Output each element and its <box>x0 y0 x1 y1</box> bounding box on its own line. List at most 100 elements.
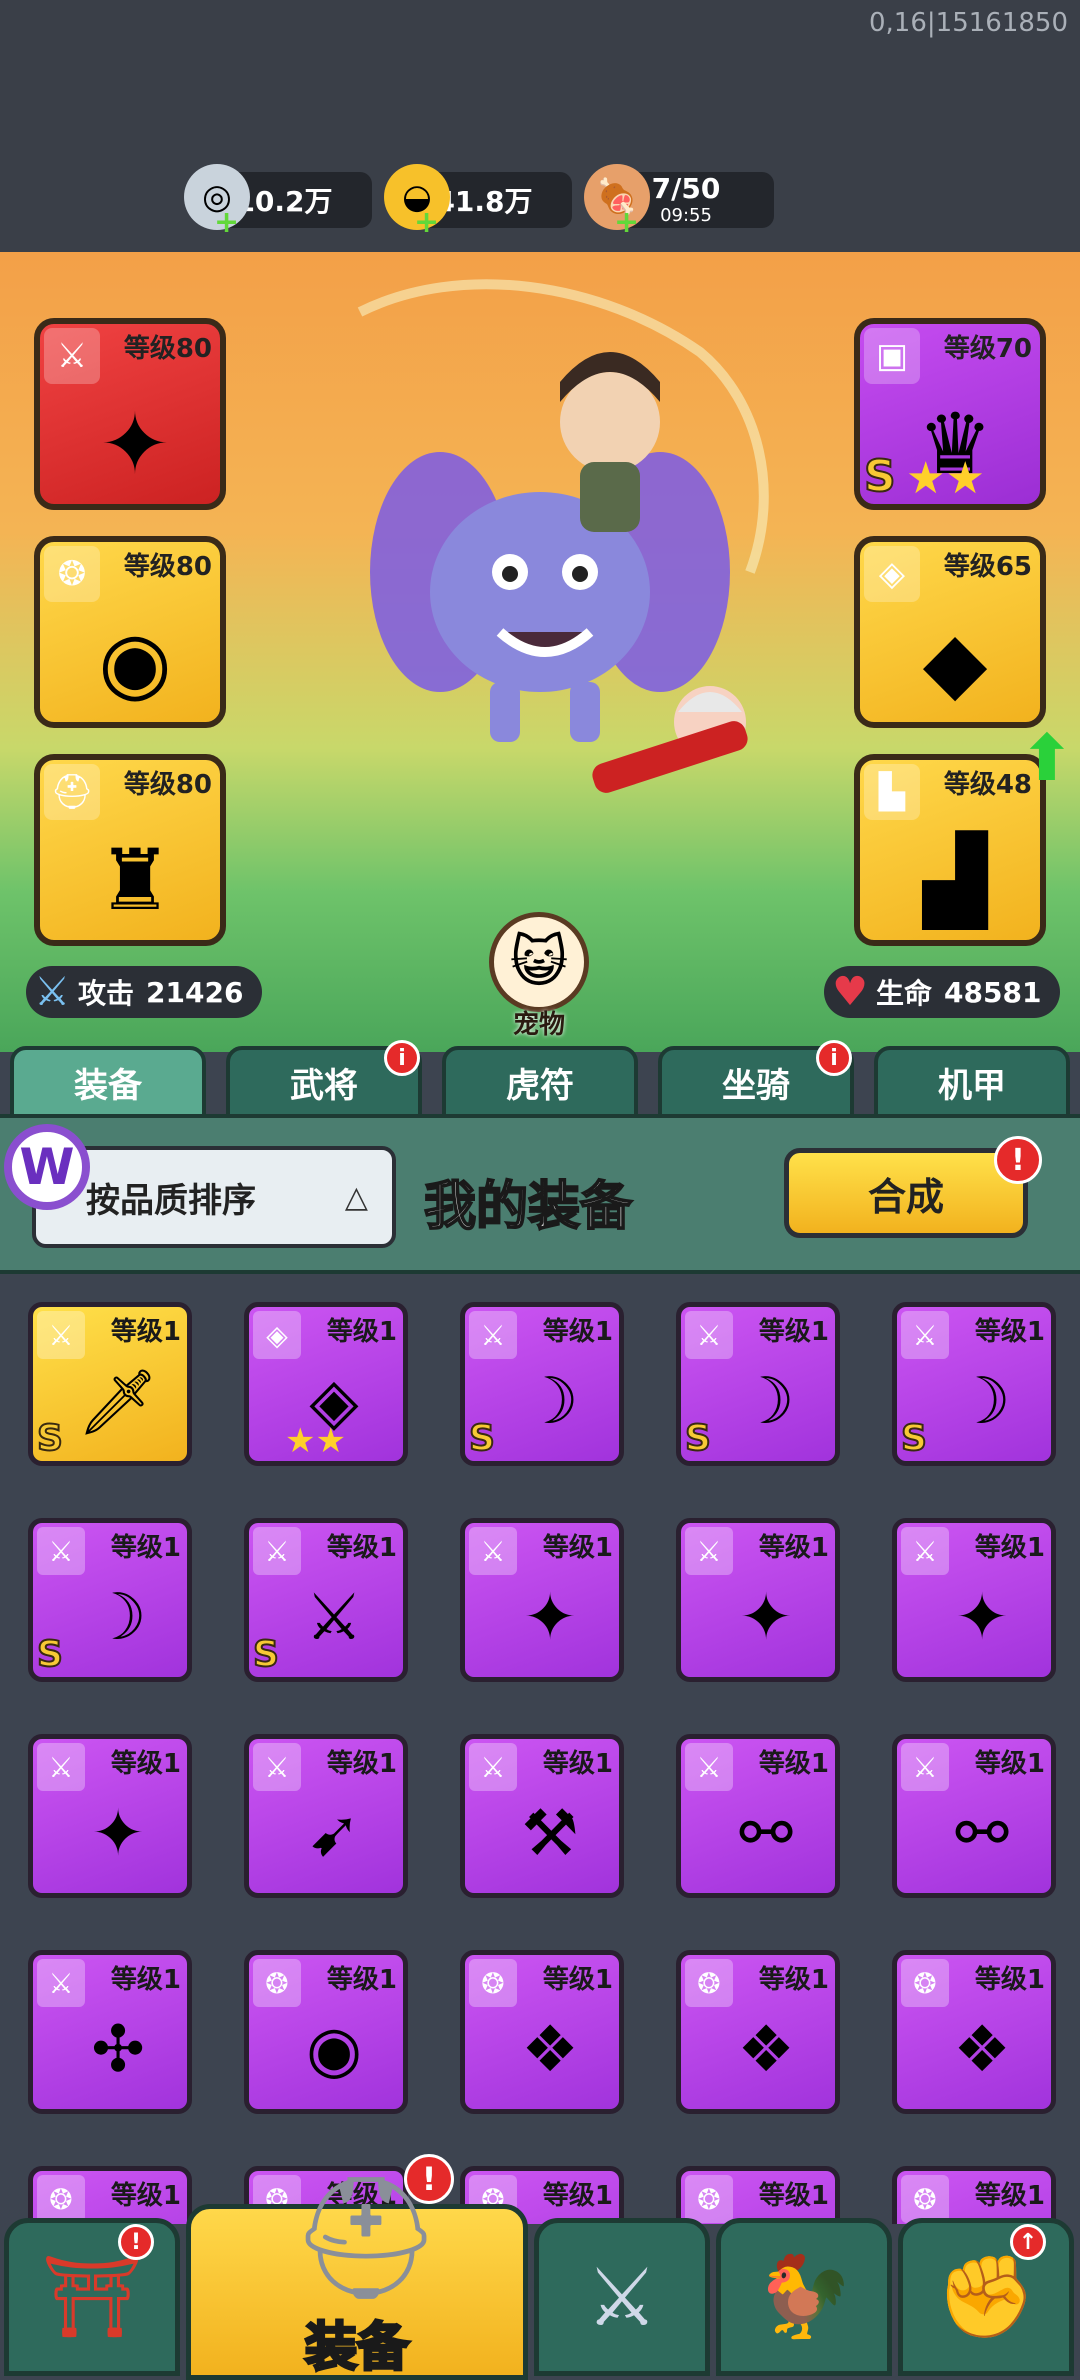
equipment-item-card[interactable]: ⚔ 等级1 ➹ <box>244 1734 408 1898</box>
equip-slot-weapon[interactable]: ⚔ 等级80 ✦ <box>34 318 226 510</box>
item-level: 等级1 <box>110 1317 181 1347</box>
equipment-item-card[interactable]: ⚔ 等级1 🗡 S <box>28 1302 192 1466</box>
merge-button[interactable]: 合成 <box>784 1148 1028 1238</box>
equip-slot-bracer[interactable]: ◈ 等级65 ◆ <box>854 536 1046 728</box>
shuriken-icon: ✦ <box>99 395 171 493</box>
item-level: 等级1 <box>974 1317 1045 1347</box>
tab-mecha[interactable]: 机甲 <box>874 1046 1070 1118</box>
equipment-item-card[interactable]: ⚔ 等级1 ⚔ S <box>244 1518 408 1682</box>
gold-add-icon[interactable]: + <box>414 208 439 238</box>
triangle-up-icon: △ <box>344 1180 368 1215</box>
equip-slot-helmet[interactable]: ⛑ 等级80 ♜ <box>34 754 226 946</box>
attack-value: 21426 <box>146 975 244 1009</box>
item-level: 等级1 <box>758 1965 829 1995</box>
scimitar-icon: ☽ <box>521 1365 579 1439</box>
equipment-item-card[interactable]: ⚔ 等级1 ✣ <box>28 1950 192 2114</box>
nav-upgrade-button[interactable]: ✊ <box>898 2218 1074 2376</box>
weapon-type-icon: ⚔ <box>253 1527 301 1575</box>
equip-slot-boots[interactable]: ▙ 等级48 ▟ <box>854 754 1046 946</box>
tab-equipment[interactable]: 装备 <box>10 1046 206 1118</box>
weapon-type-icon: ⚔ <box>901 1743 949 1791</box>
sword-icon: ⚔ <box>34 969 70 1015</box>
item-level: 等级1 <box>758 1749 829 1779</box>
item-level: 等级1 <box>542 1965 613 1995</box>
rooster-icon: 🐓 <box>754 2250 854 2343</box>
weapon-type-icon: ⚔ <box>37 1959 85 2007</box>
heart-icon: ♥ <box>832 969 868 1015</box>
item-level: 等级1 <box>974 1965 1045 1995</box>
w-logo-icon: W <box>4 1124 90 1210</box>
attack-label: 攻击 <box>78 977 135 1010</box>
equipment-item-card[interactable]: ⚔ 等级1 ✦ <box>28 1734 192 1898</box>
equipment-item-card[interactable]: ⚔ 等级1 ⚯ <box>892 1734 1056 1898</box>
debug-text: 0,16|15161850 <box>869 8 1068 38</box>
tab-label: 虎符 <box>506 1065 574 1106</box>
nav-rooster-button[interactable]: 🐓 <box>716 2218 892 2376</box>
notification-badge-icon: ↑ <box>1010 2224 1046 2260</box>
blade-icon: 🗡 <box>77 1365 159 1440</box>
weapon-type-icon: ⚔ <box>469 1311 517 1359</box>
equipment-item-card[interactable]: ⚔ 等级1 ☽ S <box>460 1302 624 1466</box>
equipment-item-card[interactable]: ❂ 等级1 ❖ <box>892 1950 1056 2114</box>
swords-icon: ⚔ <box>305 1581 363 1655</box>
equip-slot-necklace[interactable]: ❂ 等级80 ◉ <box>34 536 226 728</box>
equip-slot-armor[interactable]: ▣ 等级70 ♛ S ★★ <box>854 318 1046 510</box>
amulet-icon: ◉ <box>98 613 172 711</box>
rank-label: S <box>36 1633 64 1676</box>
bag-header: 按品质排序 △ 我的装备 合成 ! <box>0 1114 1080 1274</box>
rank-label: S <box>900 1417 928 1460</box>
stamina-add-icon[interactable]: + <box>614 208 639 238</box>
gold-value: 41.8万 <box>435 185 533 218</box>
shuriken-icon: ✦ <box>91 1797 145 1871</box>
item-level: 等级1 <box>974 1533 1045 1563</box>
pet-button[interactable]: 😺 宠物 <box>484 912 594 1042</box>
equipment-item-card[interactable]: ⚔ 等级1 ☽ S <box>28 1518 192 1682</box>
equipment-item-card[interactable]: ⚔ 等级1 ☽ S <box>892 1302 1056 1466</box>
equipment-item-card[interactable]: ⚔ 等级1 ✦ <box>892 1518 1056 1682</box>
notification-badge-icon: i <box>816 1040 852 1076</box>
glaive-icon: ⚯ <box>955 1797 1009 1871</box>
item-level: 等级1 <box>542 1749 613 1779</box>
item-level: 等级1 <box>758 1533 829 1563</box>
weapon-type-icon: ⚔ <box>685 1527 733 1575</box>
equipment-item-card[interactable]: ❂ 等级1 ❖ <box>460 1950 624 2114</box>
stamina-timer: 09:55 <box>660 205 712 226</box>
tab-label: 装备 <box>74 1065 142 1106</box>
item-level: 等级1 <box>326 1317 397 1347</box>
tab-tiger-tally[interactable]: 虎符 <box>442 1046 638 1118</box>
equipment-item-card[interactable]: ⚔ 等级1 ✦ <box>460 1518 624 1682</box>
pendant-icon: ❖ <box>521 2013 579 2087</box>
scimitar-icon: ☽ <box>737 1365 795 1439</box>
pet-label: 宠物 <box>512 1010 565 1040</box>
equipment-item-card[interactable]: ⚔ 等级1 ☽ S <box>676 1302 840 1466</box>
hero-character-illustration <box>357 279 769 793</box>
slot-level: 等级48 <box>943 770 1032 800</box>
necklace-type-icon: ❂ <box>901 1959 949 2007</box>
shuriken-icon: ✦ <box>523 1581 577 1655</box>
equipment-item-card[interactable]: ⚔ 等级1 ✦ <box>676 1518 840 1682</box>
item-level: 等级1 <box>110 1749 181 1779</box>
equipment-item-card[interactable]: ⚔ 等级1 ⚯ <box>676 1734 840 1898</box>
cat-pet-icon: 😺 <box>489 912 589 1012</box>
star-rating: ★★ <box>285 1421 346 1461</box>
necklace-type-icon: ❂ <box>685 1959 733 2007</box>
triblade-icon: ✣ <box>91 2013 145 2087</box>
equipment-item-card[interactable]: ❂ 等级1 ◉ <box>244 1950 408 2114</box>
equipment-item-card[interactable]: ◈ 等级1 ◈ ★★ <box>244 1302 408 1466</box>
equipment-item-card[interactable]: ⚔ 等级1 ⚒ <box>460 1734 624 1898</box>
nav-equipment-button[interactable]: ⛑ 装备 <box>186 2169 528 2380</box>
nav-battle-button[interactable]: ⚔ <box>534 2218 710 2376</box>
weapon-type-icon: ⚔ <box>901 1527 949 1575</box>
bracer-slot-icon: ◈ <box>864 546 920 602</box>
equipment-item-card[interactable]: ❂ 等级1 ❖ <box>676 1950 840 2114</box>
sort-label: 按品质排序 <box>86 1180 256 1221</box>
scimitar-icon: ☽ <box>953 1365 1011 1439</box>
silver-add-icon[interactable]: + <box>214 208 239 238</box>
alert-badge-icon: ! <box>994 1136 1042 1184</box>
slot-level: 等级80 <box>123 770 212 800</box>
weapon-type-icon: ⚔ <box>469 1743 517 1791</box>
boots-icon: ▟ <box>922 831 988 929</box>
rank-label: S <box>684 1417 712 1460</box>
hp-value: 48581 <box>944 975 1042 1009</box>
weapon-type-icon: ⚔ <box>469 1527 517 1575</box>
